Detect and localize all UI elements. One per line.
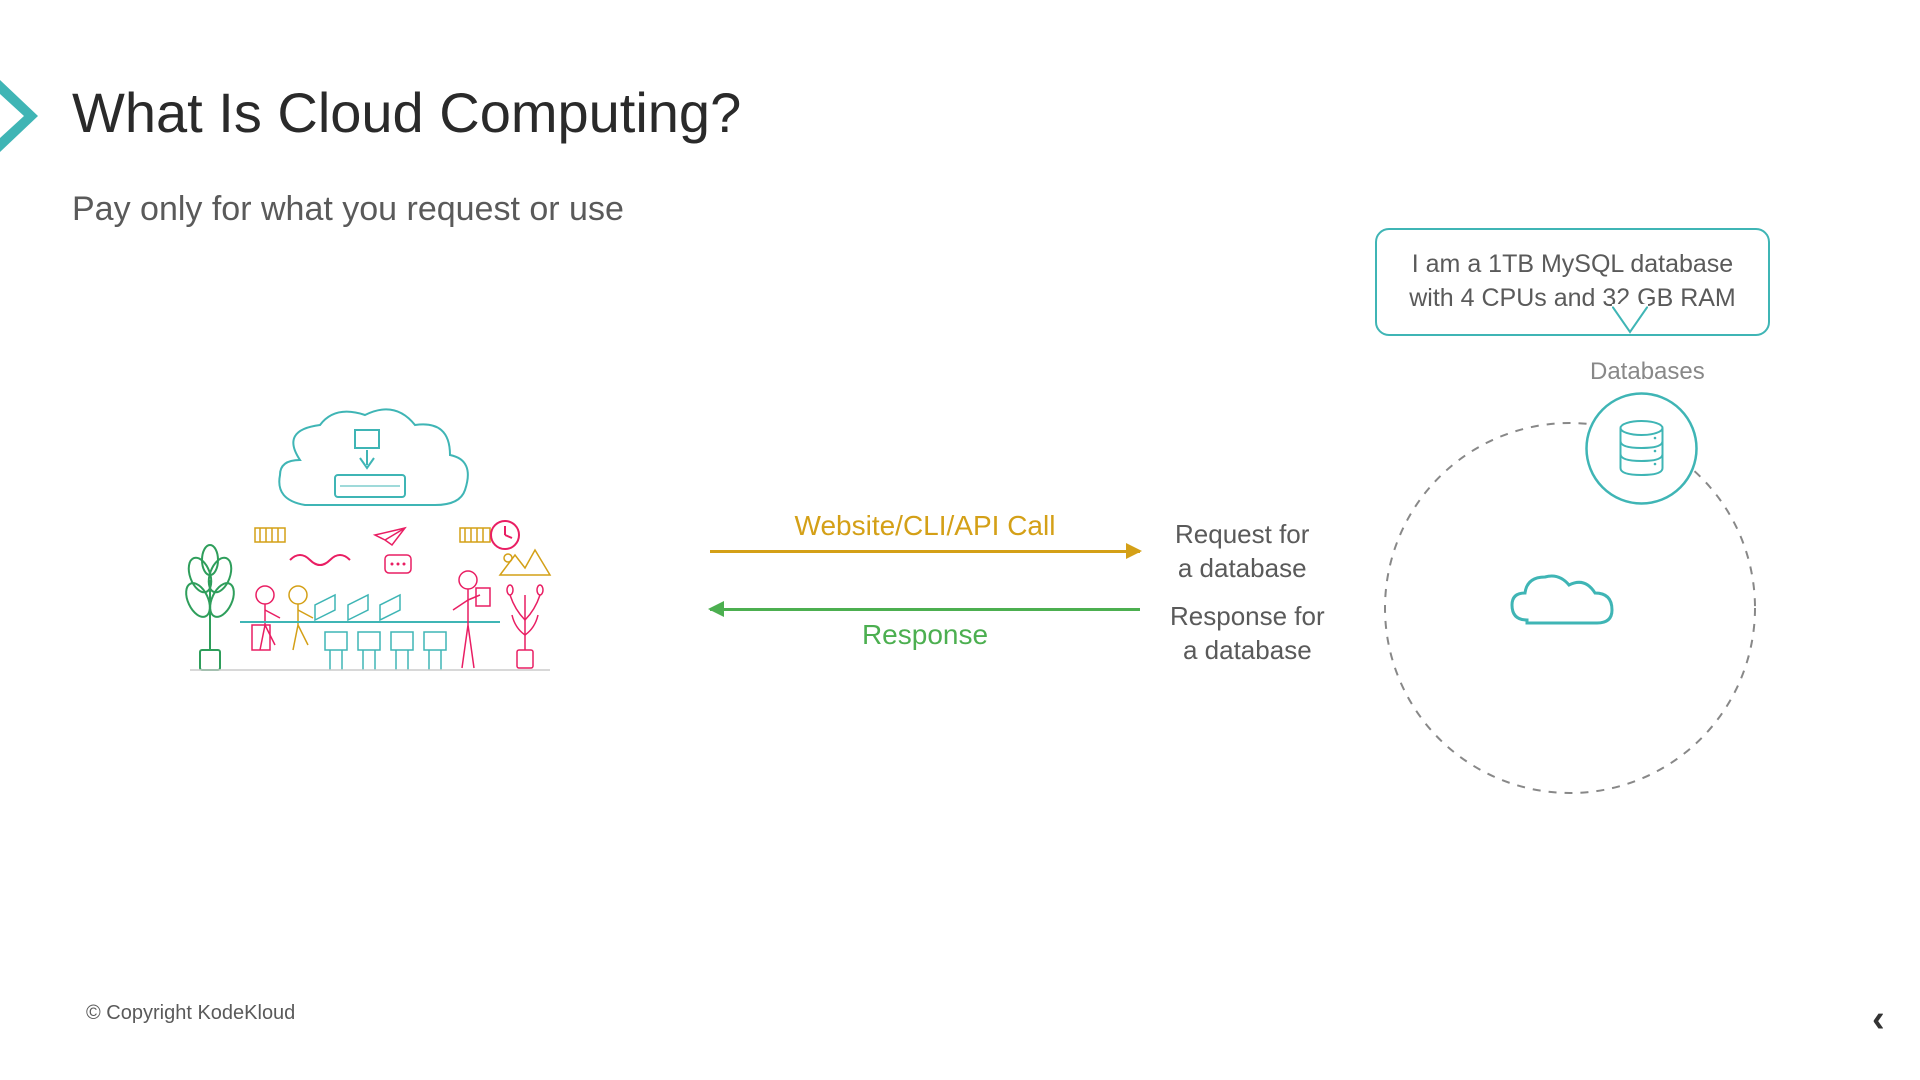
response-arrow-label: Response <box>710 619 1140 651</box>
database-icon <box>1585 392 1698 505</box>
speech-bubble-tail-icon <box>1612 304 1648 334</box>
response-for-label: Response fora database <box>1170 600 1325 668</box>
office-cloud-illustration <box>180 400 560 680</box>
previous-slide-button[interactable]: ‹ <box>1872 998 1912 1038</box>
slide-decorator-arrow <box>0 80 56 157</box>
response-arrow-icon <box>710 608 1140 611</box>
request-arrow-label: Website/CLI/API Call <box>710 510 1140 542</box>
page-subtitle: Pay only for what you request or use <box>72 190 624 229</box>
arrow-section: Website/CLI/API Call Response <box>710 510 1140 651</box>
database-speech-bubble: I am a 1TB MySQL database with 4 CPUs an… <box>1375 228 1770 336</box>
page-title: What Is Cloud Computing? <box>72 80 741 145</box>
request-for-label: Request fora database <box>1175 518 1309 586</box>
copyright-text: © Copyright KodeKloud <box>86 1002 295 1025</box>
request-arrow-icon <box>710 550 1140 553</box>
databases-label: Databases <box>1590 358 1705 386</box>
cloud-icon <box>1497 565 1627 645</box>
